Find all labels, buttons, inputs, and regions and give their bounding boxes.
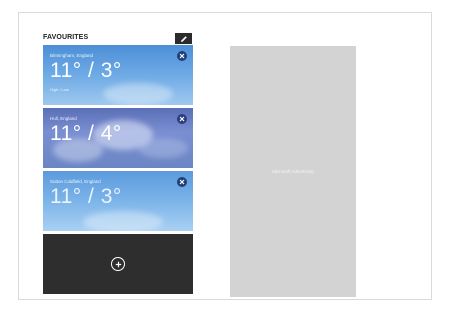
remove-favourite-button[interactable] — [177, 114, 187, 124]
cloud-decoration — [83, 211, 163, 231]
close-icon — [179, 116, 185, 122]
tile-city: Hull, England — [50, 116, 77, 121]
favourite-tile-sutton-coldfield[interactable]: Sutton Coldfield, England 11° / 3° — [43, 171, 193, 231]
remove-favourite-button[interactable] — [177, 177, 187, 187]
tile-temperatures: 11° / 4° — [50, 122, 122, 145]
favourites-header: FAVOURITES — [43, 33, 193, 45]
cloud-decoration — [103, 83, 173, 105]
tile-high-low-label: High / Low — [50, 87, 69, 92]
cloud-decoration — [138, 138, 188, 158]
tile-city: Birmingham, England — [50, 53, 94, 58]
favourite-tile-birmingham[interactable]: Birmingham, England 11° / 3° High / Low — [43, 45, 193, 105]
favourites-title: FAVOURITES — [43, 34, 89, 41]
tile-city: Sutton Coldfield, England — [50, 179, 101, 184]
favourite-tile-hull[interactable]: Hull, England 11° / 4° — [43, 108, 193, 168]
tile-temperatures: 11° / 3° — [50, 185, 122, 208]
edit-favourites-button[interactable] — [175, 33, 192, 44]
close-icon — [179, 179, 185, 185]
advertising-label: Microsoft Advertising — [272, 169, 314, 174]
tile-temperatures: 11° / 3° — [50, 59, 122, 82]
add-circle-icon — [111, 257, 125, 271]
close-icon — [179, 53, 185, 59]
advertising-panel[interactable]: Microsoft Advertising — [230, 46, 356, 297]
remove-favourite-button[interactable] — [177, 51, 187, 61]
plus-icon — [115, 261, 121, 267]
add-favourite-button[interactable] — [43, 234, 193, 294]
pencil-icon — [180, 35, 187, 42]
